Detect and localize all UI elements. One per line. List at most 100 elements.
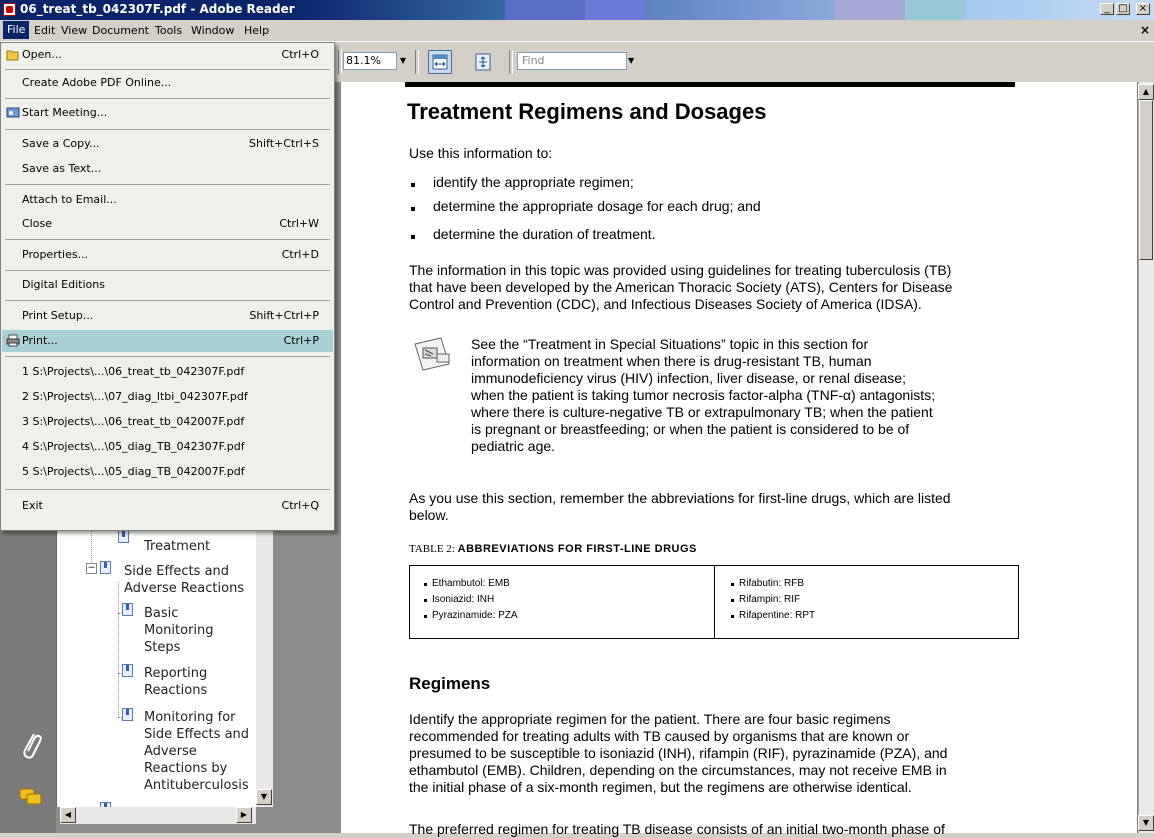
menu-item-print-setup[interactable]: Print Setup... Shift+Ctrl+P	[2, 305, 333, 327]
find-input[interactable]: Find	[517, 52, 627, 70]
scroll-right-arrow-icon[interactable]: ▶	[236, 807, 252, 823]
paragraph-line: that have been developed by the American…	[409, 279, 953, 295]
menu-tools[interactable]: Tools	[155, 24, 182, 37]
scroll-down-arrow-icon[interactable]: ▼	[256, 789, 272, 805]
fit-page-icon	[475, 53, 491, 71]
menu-document[interactable]: Document	[92, 24, 149, 37]
menu-item-digital-editions[interactable]: Digital Editions	[2, 274, 333, 296]
menu-separator	[5, 300, 330, 301]
note-line: See the “Treatment in Special Situations…	[471, 336, 869, 352]
scroll-up-arrow-icon[interactable]: ▲	[1138, 84, 1154, 100]
menu-item-recent-file[interactable]: 5 S:\Projects\...\05_diag_TB_042007F.pdf	[2, 461, 333, 483]
menu-item-label: Print Setup...	[22, 309, 94, 322]
fit-width-button[interactable]	[428, 50, 452, 74]
bookmark-side-effects[interactable]: Side Effects and Adverse Reactions	[124, 563, 244, 597]
menu-item-close[interactable]: Close Ctrl+W	[2, 213, 333, 235]
menu-item-shortcut: Shift+Ctrl+P	[249, 309, 319, 322]
menu-item-label: Properties...	[22, 248, 89, 261]
menu-separator	[5, 270, 330, 271]
table-cell: Rifabutin: RFB	[739, 578, 805, 589]
bookmark-label-line: Monitoring for	[144, 710, 236, 725]
zoom-dropdown-icon[interactable]: ▼	[397, 53, 409, 69]
paragraph-line: presumed to be susceptible to isoniazid …	[409, 745, 948, 761]
menu-item-label: 2 S:\Projects\...\07_diag_ltbi_042307F.p…	[22, 390, 248, 403]
menu-item-label: 1 S:\Projects\...\06_treat_tb_042307F.pd…	[22, 365, 245, 378]
maximize-button[interactable]: □	[1116, 3, 1130, 15]
bookmark-label-line: Side Effects and	[124, 564, 230, 579]
table-cell: Rifapentine: RPT	[739, 610, 816, 621]
minimize-button[interactable]: _	[1100, 3, 1114, 15]
collapse-icon[interactable]: −	[86, 563, 97, 574]
paragraph: The information in this topic was provid…	[409, 262, 952, 313]
bookmark-label-line: Basic	[144, 606, 179, 621]
menu-item-create-pdf-online[interactable]: Create Adobe PDF Online...	[2, 72, 333, 94]
note-line: information on treatment when there is d…	[471, 353, 872, 369]
fit-width-icon	[432, 54, 448, 70]
table-caption: TABLE 2: ABBREVIATIONS FOR FIRST-LINE DR…	[409, 543, 697, 555]
bullet-item: identify the appropriate regimen;	[433, 174, 634, 190]
note-text: See the “Treatment in Special Situations…	[471, 336, 935, 455]
menu-item-print[interactable]: Print... Ctrl+P	[2, 330, 333, 352]
menu-item-attach-email[interactable]: Attach to Email...	[2, 189, 333, 211]
menu-file[interactable]: File	[3, 21, 30, 39]
menu-item-save-copy[interactable]: Save a Copy... Shift+Ctrl+S	[2, 133, 333, 155]
comments-icon[interactable]	[18, 787, 44, 807]
menu-edit[interactable]: Edit	[34, 24, 55, 37]
menu-item-open[interactable]: Open... Ctrl+O	[2, 44, 333, 66]
menu-item-label: Create Adobe PDF Online...	[22, 76, 172, 89]
bookmark-icon	[122, 664, 133, 677]
menu-item-shortcut: Ctrl+O	[281, 48, 319, 61]
note-line: is pregnant or breastfeeding; or when th…	[471, 421, 910, 437]
fit-page-button[interactable]	[471, 50, 495, 74]
scroll-left-arrow-icon[interactable]: ◀	[60, 807, 76, 823]
menu-item-properties[interactable]: Properties... Ctrl+D	[2, 244, 333, 266]
zoom-input[interactable]: 81.1%	[343, 52, 397, 70]
menu-item-recent-file[interactable]: 2 S:\Projects\...\07_diag_ltbi_042307F.p…	[2, 386, 333, 408]
bookmark-label-line: Adverse Reactions	[124, 581, 245, 596]
menu-item-exit[interactable]: Exit Ctrl+Q	[2, 495, 333, 517]
paragraph-line: ethambutol (EMB). Children, depending on…	[409, 762, 947, 778]
document-title: Treatment Regimens and Dosages	[407, 99, 767, 124]
paragraph-line: Identify the appropriate regimen for the…	[409, 711, 891, 727]
scroll-down-arrow-icon[interactable]: ▼	[1138, 815, 1154, 831]
menu-help[interactable]: Help	[244, 24, 269, 37]
table-cell: Pyrazinamide: PZA	[432, 610, 518, 621]
close-window-button[interactable]: ×	[1136, 3, 1150, 15]
bullet	[731, 615, 734, 618]
paragraph-line: As you use this section, remember the ab…	[409, 490, 951, 506]
bookmarks-horizontal-scrollbar[interactable]	[60, 807, 256, 824]
menu-window[interactable]: Window	[191, 24, 234, 37]
bookmark-basic-monitoring[interactable]: Basic Monitoring Steps	[144, 605, 214, 656]
menu-separator	[5, 489, 330, 490]
attachments-icon[interactable]	[20, 730, 42, 764]
note-line: pediatric age.	[471, 438, 556, 454]
paragraph-line: below.	[409, 507, 449, 523]
bookmark-label-line: Reactions by	[144, 761, 228, 776]
bookmark-icon	[118, 530, 129, 543]
toolbar-separator	[509, 50, 513, 74]
menu-item-label: 4 S:\Projects\...\05_diag_TB_042307F.pdf	[22, 440, 245, 453]
table-cell: Isoniazid: INH	[432, 594, 495, 605]
bookmark-label-line: Reactions	[144, 683, 208, 698]
bookmark-treatment[interactable]: Treatment	[144, 538, 210, 555]
menu-view[interactable]: View	[61, 24, 87, 37]
menu-item-start-meeting[interactable]: Start Meeting...	[2, 102, 333, 124]
bookmark-reporting-reactions[interactable]: Reporting Reactions	[144, 665, 207, 699]
paragraph-line: recommended for treating adults with TB …	[409, 728, 910, 744]
menu-item-recent-file[interactable]: 3 S:\Projects\...\06_treat_tb_042007F.pd…	[2, 411, 333, 433]
bookmark-icon	[100, 561, 111, 574]
menu-item-recent-file[interactable]: 1 S:\Projects\...\06_treat_tb_042307F.pd…	[2, 361, 333, 383]
bookmark-icon	[122, 708, 133, 721]
file-menu: Open... Ctrl+O Create Adobe PDF Online..…	[0, 42, 335, 531]
section-heading: Regimens	[409, 674, 491, 693]
menu-item-save-as-text[interactable]: Save as Text...	[2, 158, 333, 180]
menu-item-label: Close	[22, 217, 52, 230]
bullet	[411, 207, 415, 211]
bookmark-monitoring-side-effects[interactable]: Monitoring for Side Effects and Adverse …	[144, 709, 249, 794]
menu-item-recent-file[interactable]: 4 S:\Projects\...\05_diag_TB_042307F.pdf	[2, 436, 333, 458]
menu-separator	[5, 129, 330, 130]
bullet	[411, 235, 415, 239]
close-document-button[interactable]: ×	[1140, 23, 1150, 37]
find-dropdown-icon[interactable]: ▼	[628, 53, 638, 69]
scrollbar-thumb[interactable]	[1139, 100, 1153, 260]
